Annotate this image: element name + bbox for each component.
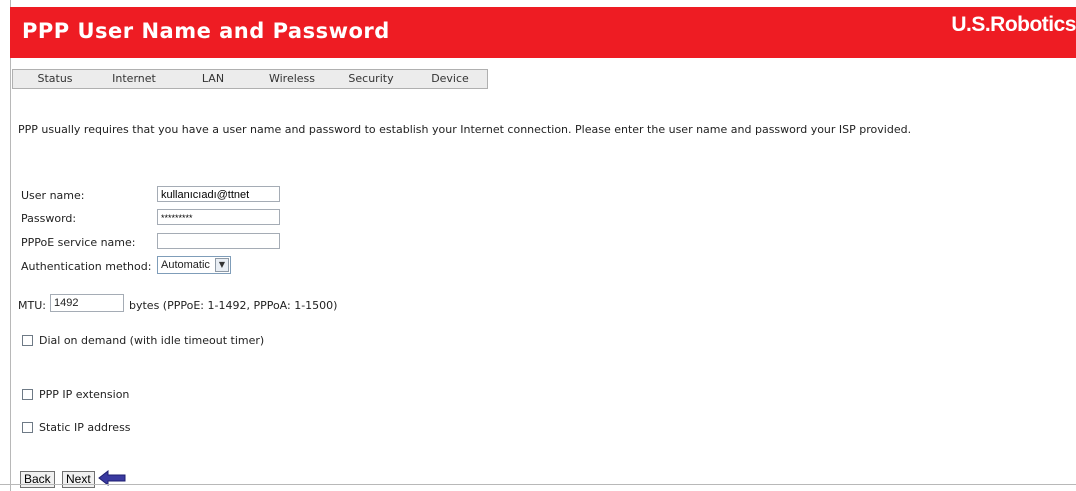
mtu-field[interactable]: 1492 [50,294,124,312]
dial-on-demand-option: Dial on demand (with idle timeout timer) [22,334,264,347]
static-ip-option: Static IP address [22,421,131,434]
ppp-ip-extension-checkbox[interactable] [22,389,33,400]
pppoe-service-field[interactable] [157,233,280,249]
ppp-ip-extension-label: PPP IP extension [39,388,130,401]
static-ip-checkbox[interactable] [22,422,33,433]
dial-on-demand-label: Dial on demand (with idle timeout timer) [39,334,265,347]
ppp-ip-extension-option: PPP IP extension [22,388,129,401]
page-header: PPP User Name and Password U.S.Robotics [10,7,1076,58]
auth-method-select[interactable]: Automatic ▼ [157,256,231,274]
auth-method-value: Automatic [161,259,210,271]
chevron-down-icon[interactable]: ▼ [215,258,229,272]
static-ip-label: Static IP address [39,421,131,434]
tab-lan[interactable]: LAN [171,70,255,88]
next-button[interactable]: Next [62,471,95,488]
page-title: PPP User Name and Password [22,19,390,43]
tab-security[interactable]: Security [329,70,413,88]
brand-logo: U.S.Robotics [951,13,1076,36]
dial-on-demand-checkbox[interactable] [22,335,33,346]
tab-wireless[interactable]: Wireless [255,70,329,88]
mtu-label: MTU: [18,299,46,312]
username-label: User name: [21,189,85,202]
username-field[interactable]: kullanıcıadı@ttnet [157,186,280,202]
frame-border [0,0,11,491]
pppoe-service-label: PPPoE service name: [21,236,136,249]
auth-method-label: Authentication method: [21,260,152,273]
intro-text: PPP usually requires that you have a use… [18,123,912,136]
tab-internet[interactable]: Internet [97,70,171,88]
nav-tabs: Status Internet LAN Wireless Security De… [12,69,488,89]
frame-border [0,484,1076,485]
back-button[interactable]: Back [20,471,55,488]
tab-status[interactable]: Status [13,70,97,88]
password-field[interactable]: ********* [157,209,280,225]
tab-device[interactable]: Device [413,70,487,88]
mtu-hint: bytes (PPPoE: 1-1492, PPPoA: 1-1500) [129,299,338,312]
password-label: Password: [21,212,77,225]
